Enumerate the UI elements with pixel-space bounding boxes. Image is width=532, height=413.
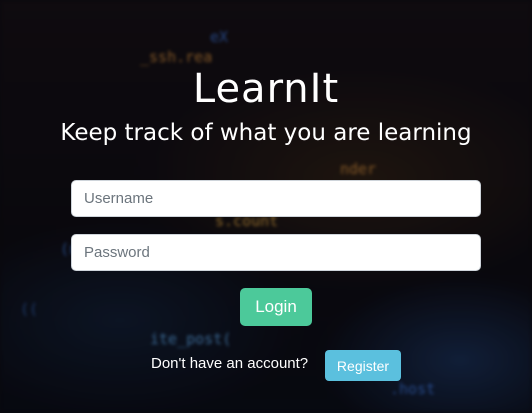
register-prompt: Don't have an account?	[151, 355, 309, 372]
login-page: LearnIt Keep track of what you are learn…	[0, 0, 532, 413]
login-button[interactable]: Login	[240, 288, 312, 326]
password-input[interactable]	[71, 234, 481, 271]
app-subtitle: Keep track of what you are learning	[60, 120, 472, 146]
register-button[interactable]: Register	[325, 350, 401, 381]
username-input[interactable]	[71, 180, 481, 217]
app-title: LearnIt	[192, 66, 340, 112]
